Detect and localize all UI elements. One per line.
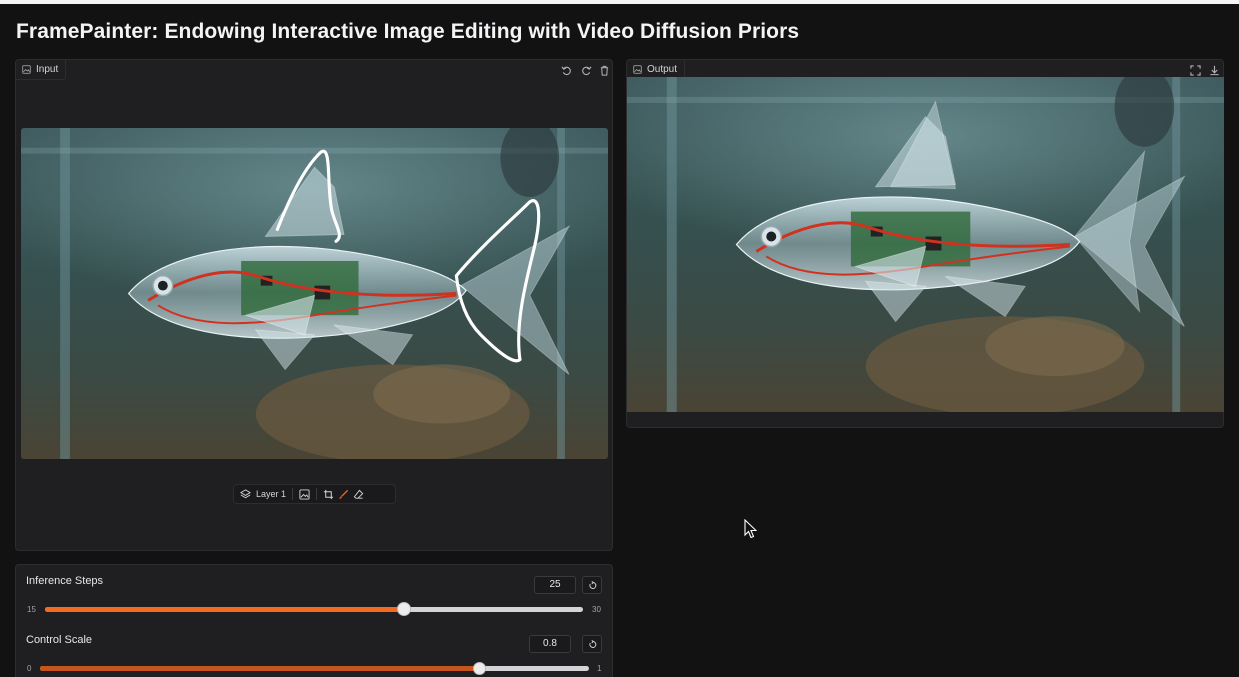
input-label: Input (16, 60, 67, 80)
image-icon (22, 65, 31, 74)
download-button[interactable] (1207, 63, 1221, 77)
redo-button[interactable] (579, 63, 593, 77)
inference-steps-min: 15 (27, 605, 36, 614)
control-scale-reset-button[interactable] (582, 635, 602, 653)
trash-icon (600, 65, 608, 76)
control-scale-label: Control Scale (26, 634, 93, 646)
image-icon (633, 65, 642, 74)
clear-button[interactable] (597, 63, 611, 77)
inference-steps-max: 30 (592, 605, 601, 614)
inference-steps-fill (45, 607, 404, 612)
layer-label: Layer 1 (256, 489, 287, 499)
inference-steps-thumb[interactable] (396, 602, 411, 616)
layers-icon (240, 488, 251, 498)
fullscreen-icon (1189, 64, 1201, 76)
eraser-icon (353, 489, 364, 499)
input-panel: Input Layer 1 (15, 59, 613, 551)
brush-button[interactable] (336, 485, 351, 503)
fullscreen-button[interactable] (1188, 63, 1202, 77)
crop-button[interactable] (317, 485, 336, 503)
mouse-cursor-icon (744, 519, 757, 539)
window-top-edge (0, 0, 1239, 4)
layer-selector[interactable]: Layer 1 (234, 485, 292, 503)
redo-icon (581, 65, 592, 75)
output-image (627, 77, 1224, 412)
canvas-toolbar: Layer 1 (233, 484, 396, 504)
image-upload-icon (299, 488, 310, 500)
page-title: FramePainter: Endowing Interactive Image… (16, 20, 800, 43)
control-scale-input[interactable]: 0.8 (529, 635, 571, 653)
inference-steps-slider[interactable] (45, 602, 583, 616)
upload-image-button[interactable] (293, 485, 316, 503)
reset-icon (588, 580, 596, 589)
undo-button[interactable] (559, 63, 573, 77)
control-scale-fill (40, 666, 480, 671)
control-scale-thumb[interactable] (473, 662, 487, 675)
inference-steps-reset-button[interactable] (582, 576, 602, 594)
input-image-canvas[interactable] (21, 128, 608, 459)
inference-steps-label: Inference Steps (26, 575, 104, 587)
undo-icon (560, 65, 571, 75)
reset-icon (588, 639, 596, 648)
output-panel: Output (626, 59, 1224, 428)
control-scale-min: 0 (27, 664, 32, 673)
crop-icon (323, 489, 334, 499)
inference-steps-input[interactable]: 25 (534, 576, 576, 594)
input-label-text: Input (36, 64, 59, 75)
control-scale-max: 1 (597, 664, 602, 673)
brush-icon (339, 489, 349, 499)
download-icon (1209, 65, 1219, 75)
output-label-text: Output (647, 64, 678, 75)
settings-panel: Inference Steps 25 15 30 Control Scale 0… (15, 564, 613, 677)
control-scale-slider[interactable] (40, 662, 589, 675)
eraser-button[interactable] (351, 485, 366, 503)
